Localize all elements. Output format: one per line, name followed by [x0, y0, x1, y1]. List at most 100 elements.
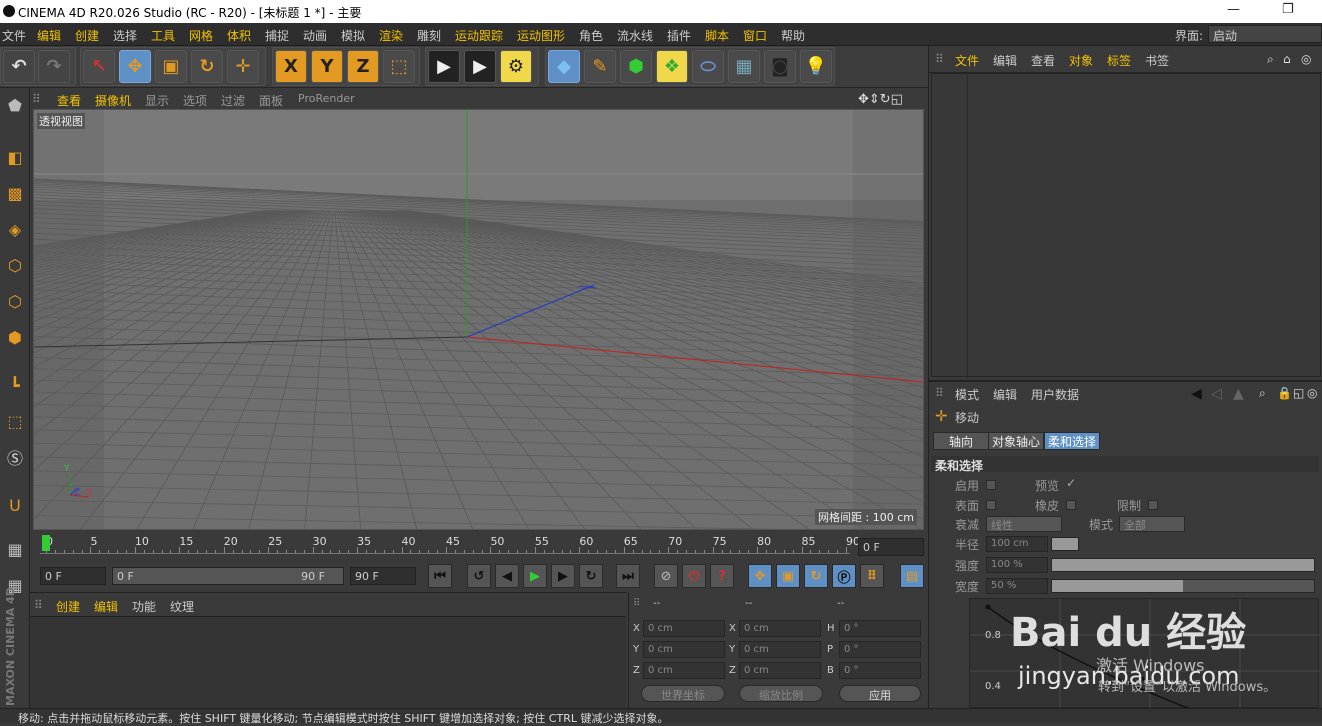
strength-slider[interactable]: [1051, 558, 1315, 572]
object-menu-bookmarks[interactable]: 书签: [1145, 52, 1169, 69]
size-y-field[interactable]: 0 cm: [739, 641, 821, 658]
floor-icon[interactable]: ▦: [728, 50, 760, 83]
prev-frame-icon[interactable]: ◀: [495, 564, 519, 588]
apply-button[interactable]: 应用: [839, 685, 921, 702]
material-menu-edit[interactable]: 编辑: [94, 598, 118, 615]
rubber-checkbox[interactable]: [1066, 500, 1076, 510]
end-frame-field[interactable]: 90 F: [350, 567, 416, 585]
object-menu-file[interactable]: 文件: [955, 52, 979, 69]
tab-axis[interactable]: 轴向: [933, 432, 989, 450]
viewport-menu-options[interactable]: 选项: [183, 92, 207, 109]
rotation-p-field[interactable]: 0 °: [839, 641, 921, 658]
render-settings-icon[interactable]: ⚙: [500, 50, 532, 83]
start-frame-field[interactable]: 0 F: [40, 567, 106, 585]
object-menu-edit[interactable]: 编辑: [993, 52, 1017, 69]
menu-edit[interactable]: 编辑: [37, 27, 61, 44]
menu-create[interactable]: 创建: [75, 27, 99, 44]
target-icon[interactable]: ◎: [1307, 386, 1317, 400]
coordinate-system-icon[interactable]: ⬚: [383, 50, 415, 83]
rotation-h-field[interactable]: 0 °: [839, 620, 921, 637]
search-icon[interactable]: ⌕: [1259, 386, 1266, 401]
enable-checkbox[interactable]: [986, 480, 996, 490]
minimize-button[interactable]: —: [1227, 2, 1240, 17]
pen-spline-icon[interactable]: ✎: [584, 50, 616, 83]
cube-icon[interactable]: ◆: [548, 50, 580, 83]
move-tool-icon[interactable]: ✥: [119, 50, 151, 83]
falloff-dropdown[interactable]: 线性: [986, 516, 1062, 532]
menu-animate[interactable]: 动画: [303, 27, 327, 44]
scale-tool-icon[interactable]: ▣: [155, 50, 187, 83]
polygons-mode-icon[interactable]: ⬢: [1, 322, 29, 352]
workplane-mode-icon[interactable]: ◈: [1, 214, 29, 244]
menu-select[interactable]: 选择: [113, 27, 137, 44]
light-icon[interactable]: 💡: [800, 50, 832, 83]
width-slider[interactable]: [1051, 579, 1315, 593]
render-picture-viewer-icon[interactable]: ▶: [464, 50, 496, 83]
deformer-icon[interactable]: ⬭: [692, 50, 724, 83]
magnet-icon[interactable]: U: [1, 490, 29, 520]
size-x-field[interactable]: 0 cm: [739, 620, 821, 637]
viewport-menu-cameras[interactable]: 摄像机: [95, 92, 131, 109]
texture-mode-icon[interactable]: ▩: [1, 178, 29, 208]
perspective-viewport[interactable]: 透视视图 网格间距 : 100 cm Y X Z: [33, 109, 924, 530]
material-menu-function[interactable]: 功能: [132, 598, 156, 615]
material-menu-create[interactable]: 创建: [56, 598, 80, 615]
preview-checkbox[interactable]: ✓: [1066, 476, 1076, 490]
lock-icon[interactable]: 🔒: [1277, 386, 1292, 400]
position-x-field[interactable]: 0 cm: [643, 620, 725, 637]
make-editable-icon[interactable]: ⬟: [1, 90, 29, 120]
width-field[interactable]: 50 %: [986, 578, 1048, 594]
new-window-icon[interactable]: ◱: [1293, 386, 1304, 400]
key-pla-icon[interactable]: ⠿: [860, 564, 884, 588]
menu-help[interactable]: 帮助: [781, 27, 805, 44]
menu-motion-tracker[interactable]: 运动跟踪: [455, 27, 503, 44]
menu-file[interactable]: 文件: [2, 27, 26, 44]
z-axis-lock-button[interactable]: Z: [347, 50, 379, 83]
rotation-b-field[interactable]: 0 °: [839, 662, 921, 679]
goto-start-icon[interactable]: ⏮: [428, 564, 452, 588]
back-arrow-icon[interactable]: ◀: [1191, 386, 1202, 402]
eye-icon[interactable]: ◎: [1301, 52, 1311, 66]
menu-pipeline[interactable]: 流水线: [617, 27, 653, 44]
surface-checkbox[interactable]: [986, 500, 996, 510]
key-scale-icon[interactable]: ▣: [776, 564, 800, 588]
object-list[interactable]: [931, 73, 1321, 377]
x-axis-lock-button[interactable]: X: [275, 50, 307, 83]
mode-dropdown[interactable]: 全部: [1119, 516, 1185, 532]
object-menu-objects[interactable]: 对象: [1069, 52, 1093, 69]
restore-icon[interactable]: ❐: [1282, 2, 1294, 17]
material-menu-texture[interactable]: 纹理: [170, 598, 194, 615]
menu-mesh[interactable]: 网格: [189, 27, 213, 44]
undo-icon[interactable]: ↶: [3, 50, 35, 83]
position-z-field[interactable]: 0 cm: [643, 662, 725, 679]
radius-field[interactable]: 100 cm: [986, 536, 1048, 552]
record-keys-icon[interactable]: ⊘: [654, 564, 678, 588]
tab-soft-selection[interactable]: 柔和选择: [1044, 432, 1100, 450]
scheme-settings-icon[interactable]: ▤: [900, 564, 924, 588]
object-menu-tags[interactable]: 标签: [1107, 52, 1131, 69]
menu-snap[interactable]: 捕捉: [265, 27, 289, 44]
subdivision-surface-icon[interactable]: ⬢: [620, 50, 652, 83]
position-y-field[interactable]: 0 cm: [643, 641, 725, 658]
last-tool-icon[interactable]: ✛: [227, 50, 259, 83]
viewport-menu-display[interactable]: 显示: [145, 92, 169, 109]
layout-dropdown[interactable]: 启动: [1208, 25, 1322, 43]
restrict-checkbox[interactable]: [1148, 500, 1158, 510]
autokey-icon[interactable]: ⏻: [682, 564, 706, 588]
up-arrow-icon[interactable]: ▲: [1233, 386, 1244, 402]
playhead[interactable]: [42, 535, 50, 551]
next-key-icon[interactable]: ↻: [579, 564, 603, 588]
menu-simulate[interactable]: 模拟: [341, 27, 365, 44]
menu-render[interactable]: 渲染: [379, 27, 403, 44]
model-mode-icon[interactable]: ◧: [1, 142, 29, 172]
rotate-tool-icon[interactable]: ↻: [191, 50, 223, 83]
edges-mode-icon[interactable]: ⬡: [1, 286, 29, 316]
tweak-mode-icon[interactable]: ⬚: [1, 406, 29, 436]
menu-volume[interactable]: 体积: [227, 27, 251, 44]
attr-menu-edit[interactable]: 编辑: [993, 386, 1017, 403]
viewport-menu-view[interactable]: 查看: [57, 92, 81, 109]
y-axis-lock-button[interactable]: Y: [311, 50, 343, 83]
camera-icon[interactable]: ◙: [764, 50, 796, 83]
next-frame-icon[interactable]: ▶: [551, 564, 575, 588]
redo-icon[interactable]: ↷: [38, 50, 70, 83]
